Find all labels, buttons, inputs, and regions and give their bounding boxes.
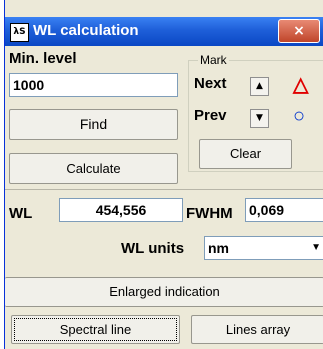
divider <box>5 189 323 190</box>
wl-value-field: 454,556 <box>59 198 183 222</box>
enlarged-indication-button[interactable]: Enlarged indication <box>5 277 323 307</box>
window-title: WL calculation <box>33 22 139 39</box>
find-button[interactable]: Find <box>9 109 178 140</box>
calculate-button[interactable]: Calculate <box>9 153 178 184</box>
prev-label: Prev <box>194 107 227 124</box>
wl-units-value: nm <box>208 240 229 256</box>
next-up-button[interactable]: ▲ <box>250 77 269 96</box>
fwhm-label: FWHM <box>186 205 233 222</box>
triangle-marker-icon[interactable]: △ <box>293 72 308 97</box>
title-bar[interactable]: λS WL calculation × <box>5 17 323 46</box>
up-arrow-icon: ▲ <box>256 81 263 91</box>
chevron-down-icon: ▼ <box>311 242 321 253</box>
min-level-input[interactable]: 1000 <box>9 73 178 97</box>
min-level-label: Min. level <box>9 50 77 67</box>
spectral-line-button[interactable]: Spectral line <box>11 315 180 344</box>
fwhm-value-field: 0,069 <box>245 198 323 222</box>
wl-units-select[interactable]: nm ▼ <box>204 236 323 260</box>
close-button[interactable]: × <box>278 19 320 43</box>
next-label: Next <box>194 75 227 92</box>
prev-down-button[interactable]: ▼ <box>250 109 269 128</box>
circle-marker-icon[interactable]: ○ <box>293 105 305 128</box>
down-arrow-icon: ▼ <box>256 113 263 123</box>
app-icon: λS <box>10 23 29 42</box>
wl-units-label: WL units <box>121 240 185 257</box>
clear-button[interactable]: Clear <box>199 139 292 169</box>
lines-array-button[interactable]: Lines array <box>191 315 323 344</box>
wl-label: WL <box>9 205 33 222</box>
mark-group-title: Mark <box>198 53 229 67</box>
wl-calculation-window: λS WL calculation × Min. level 1000 Find… <box>4 0 323 349</box>
